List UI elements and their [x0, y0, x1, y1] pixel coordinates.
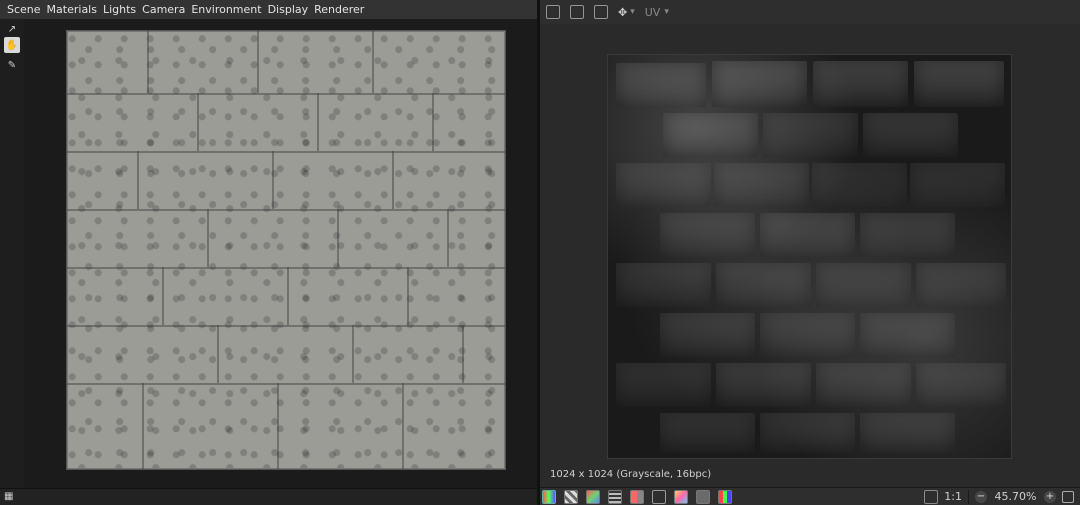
separator	[968, 489, 969, 504]
left-status-bar: ▦	[0, 488, 537, 505]
stone-wall-mesh	[67, 31, 505, 469]
menu-lights[interactable]: Lights	[100, 0, 139, 19]
image-icon[interactable]	[546, 5, 560, 19]
chevron-down-icon: ▾	[630, 7, 635, 17]
chevron-down-icon: ▾	[664, 7, 669, 17]
texture-status-bar: 1:1 − 45.70% +	[540, 487, 1080, 505]
menu-camera[interactable]: Camera	[139, 0, 188, 19]
flag-icon[interactable]	[630, 489, 644, 504]
rgb-icon[interactable]	[542, 489, 556, 504]
hand-pan-icon[interactable]: ✋	[4, 37, 20, 53]
move-dropdown[interactable]: ✥ ▾	[618, 6, 635, 19]
grid-icon[interactable]: ▦	[4, 491, 16, 503]
uv-dropdown[interactable]: UV ▾	[645, 6, 669, 19]
menu-bar: Scene Materials Lights Camera Environmen…	[0, 0, 537, 19]
uv-label: UV	[644, 5, 661, 19]
lock-icon[interactable]	[1062, 490, 1074, 503]
brick-mortar-lines	[67, 31, 505, 469]
color-icon[interactable]	[586, 489, 600, 504]
external-link-icon[interactable]: ↗	[4, 21, 20, 37]
zoom-in-button[interactable]: +	[1044, 490, 1056, 503]
menu-scene[interactable]: Scene	[4, 0, 44, 19]
fit-icon[interactable]	[924, 489, 939, 504]
left-pane: Scene Materials Lights Camera Environmen…	[0, 0, 537, 505]
color-bars-icon[interactable]	[718, 489, 732, 504]
menu-renderer[interactable]: Renderer	[311, 0, 367, 19]
texture-image	[608, 55, 1011, 458]
left-toolbar: ↗ ✋ ✎	[0, 19, 24, 489]
menu-materials[interactable]: Materials	[44, 0, 100, 19]
info-icon[interactable]	[652, 489, 666, 504]
texture-preview[interactable]	[607, 54, 1012, 459]
zoom-controls: 1:1 − 45.70% +	[924, 489, 1080, 504]
save-icon[interactable]	[570, 5, 584, 19]
image-icon[interactable]	[696, 489, 710, 504]
texture-toolbar: ✥ ▾ UV ▾	[540, 0, 1080, 24]
3d-viewport[interactable]	[24, 19, 537, 489]
right-pane: ✥ ▾ UV ▾ 1024 x 1024 (Grayscale, 16bpc) …	[540, 0, 1080, 505]
palette-icon[interactable]	[674, 489, 688, 504]
camera-icon[interactable]	[594, 5, 608, 19]
brush-icon[interactable]: ✎	[4, 57, 20, 73]
zoom-out-button[interactable]: −	[975, 490, 987, 503]
move-icon: ✥	[618, 5, 628, 19]
texture-info: 1024 x 1024 (Grayscale, 16bpc)	[550, 469, 712, 480]
menu-display[interactable]: Display	[265, 0, 312, 19]
zoom-value: 45.70%	[994, 490, 1037, 503]
checker-icon[interactable]	[564, 489, 578, 504]
menu-environment[interactable]: Environment	[188, 0, 264, 19]
grid-icon[interactable]	[608, 489, 622, 504]
one-to-one[interactable]: 1:1	[944, 490, 962, 503]
